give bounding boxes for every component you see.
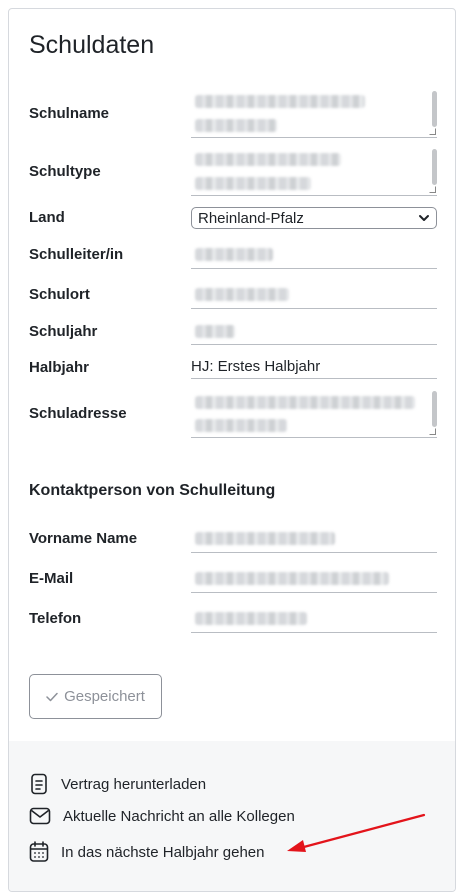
label-schulort: Schulort bbox=[29, 286, 90, 303]
scrollbar[interactable] bbox=[432, 391, 437, 427]
next-semester-link[interactable]: In das nächste Halbjahr gehen bbox=[29, 841, 264, 863]
schulort-input[interactable] bbox=[191, 283, 437, 309]
schulname-textarea[interactable] bbox=[191, 89, 437, 138]
land-selected-value: Rheinland-Pfalz bbox=[198, 210, 304, 227]
saved-button[interactable]: Gespeichert bbox=[29, 674, 162, 719]
saved-button-label: Gespeichert bbox=[64, 688, 145, 705]
blurred-text bbox=[195, 612, 307, 625]
school-data-card: Schuldaten Schulname Schultype Land Rhei… bbox=[8, 8, 456, 892]
chevron-down-icon bbox=[419, 215, 429, 221]
blurred-text bbox=[195, 325, 235, 338]
resize-handle[interactable] bbox=[429, 128, 436, 135]
schultype-textarea[interactable] bbox=[191, 147, 437, 196]
blurred-text bbox=[195, 248, 273, 261]
land-select[interactable]: Rheinland-Pfalz bbox=[191, 207, 437, 229]
label-land: Land bbox=[29, 209, 65, 226]
blurred-text bbox=[195, 95, 365, 108]
resize-handle[interactable] bbox=[429, 428, 436, 435]
message-colleagues-label: Aktuelle Nachricht an alle Kollegen bbox=[63, 807, 295, 825]
label-email: E-Mail bbox=[29, 570, 74, 587]
label-halbjahr: Halbjahr bbox=[29, 359, 90, 376]
label-telefon: Telefon bbox=[29, 610, 82, 627]
blurred-text bbox=[195, 288, 289, 301]
blurred-text bbox=[195, 177, 311, 190]
blurred-text bbox=[195, 153, 341, 166]
label-schuljahr: Schuljahr bbox=[29, 323, 98, 340]
check-icon bbox=[46, 692, 58, 701]
scrollbar[interactable] bbox=[432, 91, 437, 127]
download-contract-label: Vertrag herunterladen bbox=[61, 775, 207, 793]
label-schulleiter: Schulleiter/in bbox=[29, 246, 124, 263]
blurred-text bbox=[195, 532, 335, 545]
halbjahr-underline bbox=[191, 353, 437, 379]
message-colleagues-link[interactable]: Aktuelle Nachricht an alle Kollegen bbox=[29, 807, 295, 825]
actions-footer: Vertrag herunterladen Aktuelle Nachricht… bbox=[9, 741, 455, 891]
blurred-text bbox=[195, 396, 415, 409]
label-vorname-name: Vorname Name bbox=[29, 530, 138, 547]
blurred-text bbox=[195, 119, 277, 132]
label-schultype: Schultype bbox=[29, 163, 101, 180]
document-icon bbox=[31, 773, 47, 795]
envelope-icon bbox=[29, 807, 51, 825]
telefon-input[interactable] bbox=[191, 606, 437, 633]
contact-section-title: Kontaktperson von Schulleitung bbox=[29, 482, 276, 499]
page-title: Schuldaten bbox=[29, 31, 155, 59]
blurred-text bbox=[195, 572, 389, 585]
schuladresse-textarea[interactable] bbox=[191, 389, 437, 438]
email-input[interactable] bbox=[191, 566, 437, 593]
next-semester-label: In das nächste Halbjahr gehen bbox=[61, 843, 265, 861]
resize-handle[interactable] bbox=[429, 186, 436, 193]
schuljahr-input[interactable] bbox=[191, 319, 437, 345]
scrollbar[interactable] bbox=[432, 149, 437, 185]
download-contract-link[interactable]: Vertrag herunterladen bbox=[29, 773, 206, 795]
label-schulname: Schulname bbox=[29, 105, 110, 122]
schulleiter-input[interactable] bbox=[191, 243, 437, 269]
vorname-name-input[interactable] bbox=[191, 526, 437, 553]
label-schuladresse: Schuladresse bbox=[29, 405, 127, 422]
calendar-icon bbox=[29, 841, 49, 862]
blurred-text bbox=[195, 419, 287, 432]
